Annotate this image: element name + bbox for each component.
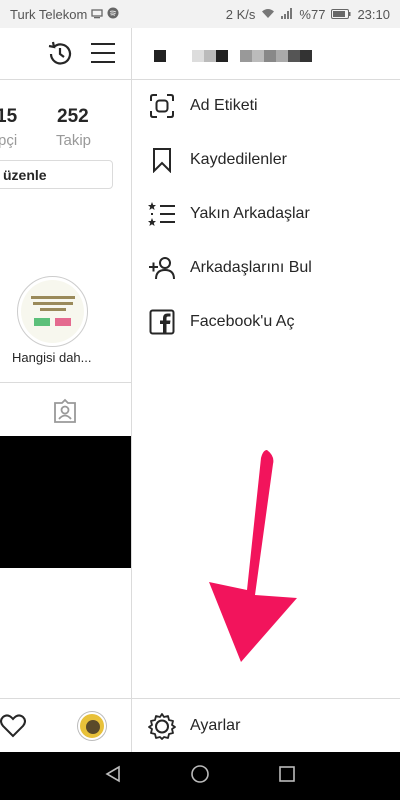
- menu-label-close-friends: Yakın Arkadaşlar: [190, 205, 310, 222]
- bottom-nav-divider: [0, 698, 131, 699]
- settings-label: Ayarlar: [190, 717, 241, 734]
- bookmark-icon: [148, 146, 176, 174]
- story-highlight[interactable]: [17, 276, 88, 347]
- status-bar: Turk Telekom 2 K/s %77 23:10: [0, 0, 400, 28]
- home-icon[interactable]: [190, 764, 210, 789]
- signal-icon: [281, 7, 293, 22]
- menu-item-find-friends[interactable]: Arkadaşlarını Bul: [132, 244, 400, 292]
- followers-label: pçi: [0, 132, 18, 149]
- settings-button[interactable]: Ayarlar: [132, 702, 400, 750]
- gear-icon: [148, 712, 176, 740]
- menu-item-close-friends[interactable]: Yakın Arkadaşlar: [132, 190, 400, 238]
- menu-label-nametag: Ad Etiketi: [190, 97, 258, 114]
- profile-avatar[interactable]: [78, 712, 106, 740]
- screen-icon: [91, 7, 103, 22]
- drawer-header: [132, 28, 400, 80]
- edit-profile-button[interactable]: üzenle: [0, 160, 113, 189]
- back-icon[interactable]: [104, 765, 122, 788]
- menu-label-saved: Kaydedilenler: [190, 151, 287, 168]
- tagged-photos-icon[interactable]: [52, 398, 78, 429]
- menu-label-facebook: Facebook'u Aç: [190, 313, 295, 330]
- annotation-arrow-down: [209, 450, 297, 662]
- following-count[interactable]: 252: [57, 106, 89, 128]
- followers-count[interactable]: 15: [0, 106, 17, 128]
- menu-label-find-friends: Arkadaşlarını Bul: [190, 259, 312, 276]
- menu-item-saved[interactable]: Kaydedilenler: [132, 136, 400, 184]
- battery-percent: %77: [299, 6, 326, 22]
- history-icon[interactable]: [45, 39, 75, 74]
- spotify-icon: [107, 7, 119, 22]
- tabs-divider: [0, 382, 131, 383]
- profile-panel: 15 pçi 252 Takip üzenle Hangisi dah...: [0, 28, 131, 752]
- network-speed: 2 K/s: [225, 6, 256, 22]
- post-thumbnail[interactable]: [0, 436, 131, 568]
- nametag-icon: [148, 92, 176, 120]
- edit-profile-label: üzenle: [3, 166, 47, 183]
- username-redacted: [154, 50, 312, 62]
- battery-icon: [331, 7, 351, 22]
- recents-icon[interactable]: [278, 765, 296, 788]
- highlight-thumbnail: [21, 280, 84, 343]
- wifi-icon: [261, 7, 275, 22]
- following-label: Takip: [56, 132, 92, 149]
- drawer-bottom-divider: [132, 698, 400, 699]
- menu-item-nametag[interactable]: Ad Etiketi: [132, 82, 400, 130]
- hamburger-menu-icon[interactable]: [91, 42, 115, 69]
- system-nav-bar: [0, 752, 400, 800]
- carrier-name: Turk Telekom: [10, 6, 88, 22]
- add-person-icon: [148, 254, 176, 282]
- heart-icon[interactable]: [0, 714, 26, 743]
- menu-item-facebook[interactable]: Facebook'u Aç: [132, 298, 400, 346]
- profile-header: [0, 28, 131, 80]
- close-friends-icon: [148, 200, 176, 228]
- highlight-label: Hangisi dah...: [12, 350, 92, 365]
- facebook-icon: [148, 308, 176, 336]
- clock: 23:10: [357, 6, 390, 22]
